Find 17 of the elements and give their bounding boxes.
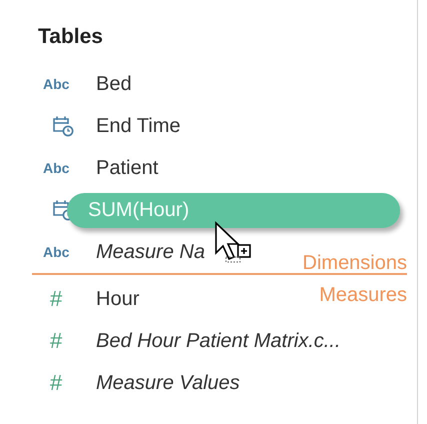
field-name[interactable]: Measure Values [96,372,240,394]
section-label: Measures [319,284,407,307]
field-name[interactable]: Bed [96,72,132,96]
calendar-clock-icon [52,115,74,137]
panel-title: Tables [38,24,104,50]
field-name[interactable]: Measure Na [96,240,205,264]
number-type-icon: # [43,370,62,396]
field-name[interactable]: Hour [96,288,140,310]
field-name[interactable]: Bed Hour Patient Matrix.c... [96,330,341,352]
text-type-icon: Abc [43,76,70,92]
number-type-icon: # [43,286,62,312]
section-label: Dimensions [302,252,407,275]
text-type-icon: Abc [43,244,70,260]
field-name[interactable]: Patient [96,156,158,180]
field-name[interactable]: End Time [96,114,180,138]
number-type-icon: # [43,328,62,354]
text-type-icon: Abc [43,160,70,176]
